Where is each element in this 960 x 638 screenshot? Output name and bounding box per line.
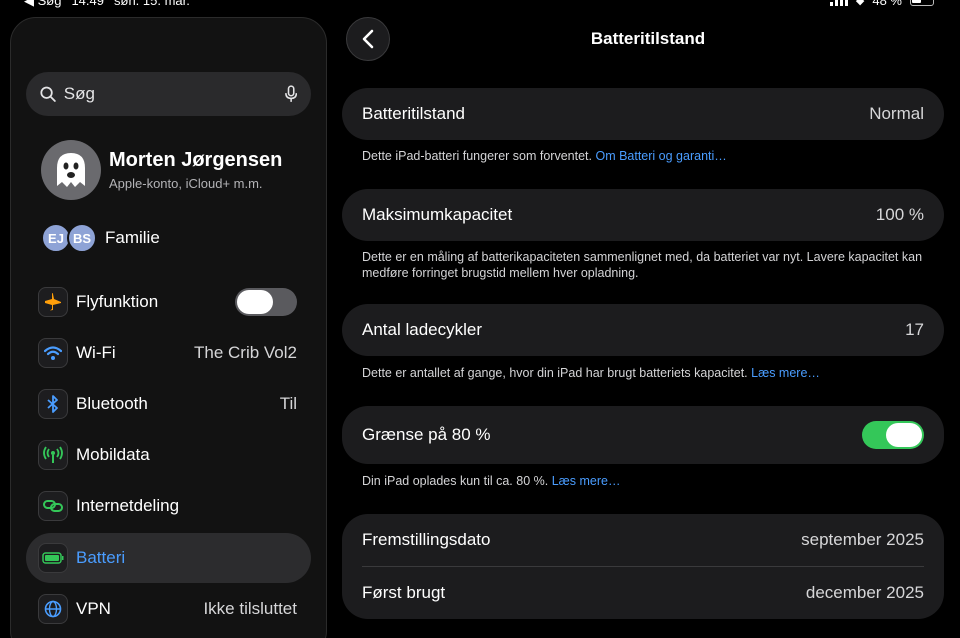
- battery-health-label: Batteritilstand: [362, 104, 465, 123]
- status-date: søn. 15. mar.: [114, 0, 190, 8]
- charge-cycles-value: 17: [905, 320, 924, 339]
- sidebar-item-label: Batteri: [76, 548, 126, 567]
- wifi-network-value: The Crib Vol2: [194, 343, 297, 362]
- max-capacity-card: Maksimumkapacitet 100 %: [342, 189, 944, 241]
- apple-account-row[interactable]: Morten Jørgensen Apple-konto, iCloud+ m.…: [41, 140, 282, 200]
- page-title: Batteritilstand: [590, 29, 706, 48]
- manufacture-date-value: september 2025: [801, 530, 924, 549]
- wifi-icon: [38, 338, 68, 368]
- sidebar: Morten Jørgensen Apple-konto, iCloud+ m.…: [10, 17, 327, 638]
- ghost-icon: [57, 153, 85, 187]
- microphone-icon[interactable]: [284, 84, 297, 104]
- charge-limit-card: Grænse på 80 %: [342, 406, 944, 464]
- avatar: [41, 140, 101, 200]
- vpn-status-value: Ikke tilsluttet: [203, 599, 297, 618]
- battery-health-footer: Dette iPad-batteri fungerer som forvente…: [362, 148, 932, 164]
- sidebar-item-label: Flyfunktion: [76, 292, 159, 311]
- bluetooth-icon: [38, 389, 68, 419]
- globe-icon: [38, 594, 68, 624]
- charge-cycles-footer: Dette er antallet af gange, hvor din iPa…: [362, 365, 932, 381]
- max-capacity-footer: Dette er en måling af batterikapaciteten…: [362, 250, 923, 280]
- airplane-icon: [38, 287, 68, 317]
- max-capacity-value: 100 %: [875, 205, 924, 224]
- family-label: Familie: [105, 228, 160, 247]
- status-bar: ◀ Søg 14.49 søn. 15. mar. ◆ 48 %: [0, 0, 960, 9]
- search-input[interactable]: [63, 84, 285, 104]
- profile-subtitle: Apple-konto, iCloud+ m.m.: [109, 176, 263, 191]
- battery-status-icon: [910, 0, 934, 6]
- battery-health-card: Batteritilstand Normal: [342, 88, 944, 140]
- sidebar-item-vpn[interactable]: VPN Ikke tilsluttet: [26, 584, 311, 634]
- search-icon: [40, 86, 56, 102]
- profile-name: Morten Jørgensen: [109, 149, 283, 171]
- battery-health-value: Normal: [869, 104, 924, 123]
- charge-limit-toggle[interactable]: [862, 421, 924, 449]
- status-time: 14.49: [71, 0, 104, 8]
- family-row[interactable]: EJ BS Familie: [41, 223, 160, 253]
- first-use-value: december 2025: [805, 583, 924, 602]
- signal-icon: [829, 0, 848, 6]
- airplane-mode-toggle[interactable]: [235, 288, 297, 316]
- sidebar-item-bluetooth[interactable]: Bluetooth Til: [26, 379, 311, 429]
- wifi-status-icon: ◆: [855, 0, 865, 7]
- bluetooth-value: Til: [279, 394, 297, 413]
- sidebar-item-label: Bluetooth: [76, 394, 148, 413]
- battery-percent: 48 %: [872, 0, 902, 8]
- sidebar-item-label: VPN: [76, 599, 111, 618]
- battery-warranty-link[interactable]: Om Batteri og garanti…: [595, 149, 726, 163]
- family-avatar: BS: [67, 223, 97, 253]
- first-use-label: Først brugt: [362, 583, 446, 602]
- sidebar-item-mobildata[interactable]: Mobildata: [26, 430, 311, 480]
- sidebar-item-internetdeling[interactable]: Internetdeling: [26, 481, 311, 531]
- battery-dates-card: Fremstillingsdato september 2025 Først b…: [342, 514, 944, 619]
- max-capacity-label: Maksimumkapacitet: [362, 205, 513, 224]
- sidebar-item-wifi[interactable]: Wi-Fi The Crib Vol2: [26, 328, 311, 378]
- back-to-search-link[interactable]: ◀ Søg: [24, 0, 61, 9]
- manufacture-date-label: Fremstillingsdato: [362, 530, 491, 549]
- footer-text: Dette iPad-batteri fungerer som forvente…: [362, 149, 592, 163]
- link-icon: [38, 491, 68, 521]
- footer-text: Dette er antallet af gange, hvor din iPa…: [362, 366, 748, 380]
- charge-cycles-label: Antal ladecykler: [362, 320, 483, 339]
- sidebar-item-flyfunktion[interactable]: Flyfunktion: [26, 277, 311, 327]
- battery-icon: [38, 543, 68, 573]
- charge-limit-label: Grænse på 80 %: [362, 425, 491, 444]
- charge-limit-footer: Din iPad oplades kun til ca. 80 %. Læs m…: [362, 473, 932, 489]
- antenna-icon: [38, 440, 68, 470]
- sidebar-item-label: Mobildata: [76, 445, 150, 464]
- sidebar-item-label: Internetdeling: [76, 496, 180, 515]
- learn-more-link[interactable]: Læs mere…: [552, 474, 621, 488]
- charge-cycles-card: Antal ladecykler 17: [342, 304, 944, 356]
- sidebar-item-label: Wi-Fi: [76, 343, 116, 362]
- search-bar[interactable]: [26, 72, 311, 116]
- learn-more-link[interactable]: Læs mere…: [751, 366, 820, 380]
- footer-text: Din iPad oplades kun til ca. 80 %.: [362, 474, 549, 488]
- sidebar-item-batteri[interactable]: Batteri: [26, 533, 311, 583]
